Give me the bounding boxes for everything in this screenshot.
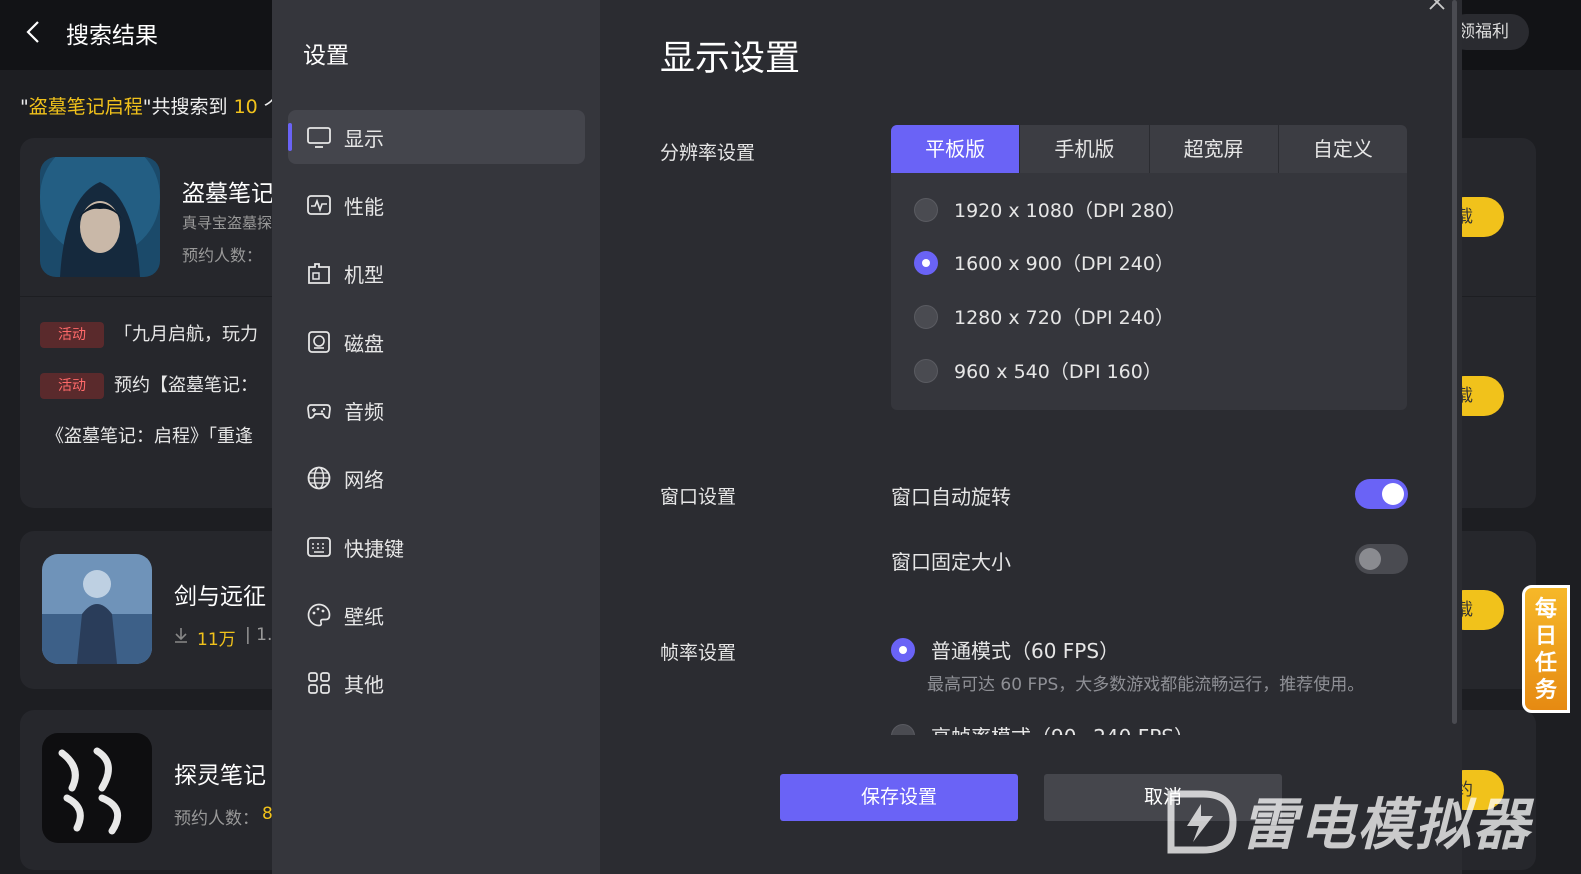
monitor-icon bbox=[307, 127, 331, 148]
nav-item-shortcuts[interactable]: 快捷键 bbox=[288, 520, 585, 574]
app-meta: 预约人数： bbox=[174, 809, 259, 829]
device-icon bbox=[308, 263, 330, 284]
keyboard-icon bbox=[307, 537, 331, 557]
nav-label: 机型 bbox=[344, 262, 384, 287]
fixed-size-toggle[interactable] bbox=[1355, 544, 1408, 574]
option-label: 高帧率模式（90~240 FPS） bbox=[931, 721, 1194, 735]
nav-item-audio[interactable]: 音频 bbox=[288, 383, 585, 437]
radio-button[interactable] bbox=[891, 723, 915, 735]
radio-button-selected[interactable] bbox=[914, 250, 938, 275]
app-icon-tanling[interactable] bbox=[42, 733, 152, 843]
resolution-option-960[interactable]: 960 x 540（DPI 160） bbox=[914, 357, 1162, 384]
watermark-logo: 雷电模拟器 bbox=[1163, 780, 1531, 861]
count-prefix: 共搜索到 bbox=[151, 96, 228, 118]
performance-icon bbox=[307, 195, 331, 215]
app-name[interactable]: 剑与远征 bbox=[174, 577, 266, 611]
activity-text: 「九月启航，玩力 bbox=[114, 324, 258, 345]
nav-item-wallpaper[interactable]: 壁纸 bbox=[288, 588, 585, 642]
nav-item-other[interactable]: 其他 bbox=[288, 656, 585, 710]
radio-button[interactable] bbox=[914, 304, 938, 329]
scrollbar[interactable] bbox=[1452, 0, 1457, 724]
nav-item-network[interactable]: 网络 bbox=[288, 451, 585, 505]
palette-icon bbox=[307, 603, 331, 627]
tab-tablet[interactable]: 平板版 bbox=[891, 125, 1021, 173]
watermark-text: 雷电模拟器 bbox=[1241, 793, 1531, 858]
search-summary: "盗墓笔记启程"共搜索到 10 个 bbox=[20, 92, 283, 119]
option-label: 1280 x 720（DPI 240） bbox=[954, 307, 1174, 329]
resolution-label: 分辨率设置 bbox=[660, 142, 756, 164]
nav-item-display[interactable]: 显示 bbox=[288, 110, 585, 164]
resolution-option-1280[interactable]: 1280 x 720（DPI 240） bbox=[914, 303, 1174, 330]
nav-label: 壁纸 bbox=[344, 604, 384, 629]
settings-dialog: 设置 显示 性能 机型 磁盘 音频 网络 快捷键 壁纸 其他 显示设置 分辨率设… bbox=[272, 0, 1462, 874]
ld-logo-icon bbox=[1167, 790, 1237, 853]
app-meta: | 1. bbox=[245, 625, 273, 645]
auto-rotate-toggle[interactable] bbox=[1355, 479, 1408, 509]
gamepad-icon bbox=[307, 404, 331, 419]
result-count: 10 bbox=[233, 96, 258, 118]
app-icon-jianyu[interactable] bbox=[42, 554, 152, 664]
fps-high-option[interactable]: 高帧率模式（90~240 FPS） bbox=[891, 721, 1194, 735]
app-meta: 预约人数： bbox=[182, 246, 263, 265]
resolution-option-1600[interactable]: 1600 x 900（DPI 240） bbox=[914, 249, 1174, 276]
nav-item-performance[interactable]: 性能 bbox=[288, 178, 585, 232]
activity-tag: 活动 bbox=[40, 373, 104, 399]
nav-label: 其他 bbox=[344, 672, 384, 697]
activity-tag: 活动 bbox=[40, 322, 104, 348]
radio-button[interactable] bbox=[914, 358, 938, 383]
tab-phone[interactable]: 手机版 bbox=[1020, 125, 1150, 173]
welfare-label: 领福利 bbox=[1458, 22, 1509, 42]
resolution-tabs: 平板版 手机版 超宽屏 自定义 bbox=[891, 125, 1407, 173]
disk-icon bbox=[308, 331, 330, 353]
tab-custom[interactable]: 自定义 bbox=[1279, 125, 1407, 173]
fps-high-clip: 高帧率模式（90~240 FPS） bbox=[872, 715, 1432, 735]
nav-label: 磁盘 bbox=[344, 331, 384, 356]
search-query: 盗墓笔记启程 bbox=[28, 96, 143, 118]
nav-label: 快捷键 bbox=[344, 536, 404, 561]
fps-label: 帧率设置 bbox=[660, 642, 737, 664]
back-arrow-icon[interactable] bbox=[20, 18, 48, 46]
activity-row[interactable]: 活动 预约【盗墓笔记： bbox=[40, 371, 258, 399]
activity-text: 预约【盗墓笔记： bbox=[114, 375, 258, 396]
app-name[interactable]: 盗墓笔记 bbox=[182, 174, 274, 208]
settings-sidebar: 设置 显示 性能 机型 磁盘 音频 网络 快捷键 壁纸 其他 bbox=[272, 0, 600, 874]
fps-normal-option[interactable]: 普通模式（60 FPS） bbox=[891, 635, 1119, 664]
fixed-size-label: 窗口固定大小 bbox=[891, 550, 1011, 574]
option-label: 普通模式（60 FPS） bbox=[931, 639, 1120, 663]
activity-row[interactable]: 活动 「九月启航，玩力 bbox=[40, 320, 258, 348]
close-icon[interactable] bbox=[1427, 0, 1447, 12]
radio-button[interactable] bbox=[914, 197, 938, 222]
daily-task-badge[interactable]: 每日任务 bbox=[1522, 585, 1570, 713]
option-label: 960 x 540（DPI 160） bbox=[954, 361, 1162, 383]
sidebar-title: 设置 bbox=[303, 43, 349, 69]
nav-item-disk[interactable]: 磁盘 bbox=[288, 315, 585, 369]
app-icon-daomu[interactable] bbox=[40, 157, 160, 277]
app-subtitle: 真寻宝盗墓探 bbox=[182, 214, 273, 232]
globe-icon bbox=[307, 466, 331, 490]
nav-label: 显示 bbox=[344, 126, 384, 151]
settings-title: 显示设置 bbox=[660, 39, 801, 79]
resolution-option-1920[interactable]: 1920 x 1080（DPI 280） bbox=[914, 196, 1186, 223]
download-icon bbox=[175, 628, 187, 643]
resolution-options: 1920 x 1080（DPI 280） 1600 x 900（DPI 240）… bbox=[891, 173, 1407, 410]
nav-label: 性能 bbox=[344, 194, 384, 219]
page-title: 搜索结果 bbox=[66, 23, 158, 49]
nav-item-device[interactable]: 机型 bbox=[288, 246, 585, 300]
nav-label: 音频 bbox=[344, 399, 384, 424]
auto-rotate-label: 窗口自动旋转 bbox=[891, 485, 1011, 509]
option-label: 1920 x 1080（DPI 280） bbox=[954, 200, 1187, 222]
fps-normal-desc: 最高可达 60 FPS，大多数游戏都能流畅运行，推荐使用。 bbox=[927, 675, 1365, 695]
radio-button-selected[interactable] bbox=[891, 637, 915, 662]
tab-ultrawide[interactable]: 超宽屏 bbox=[1150, 125, 1279, 173]
app-name[interactable]: 探灵笔记 bbox=[174, 756, 266, 790]
grid-icon bbox=[308, 672, 330, 694]
save-button[interactable]: 保存设置 bbox=[780, 774, 1018, 821]
download-count: 11万 bbox=[197, 630, 236, 650]
window-label: 窗口设置 bbox=[660, 486, 737, 508]
activity-extra[interactable]: 《盗墓笔记：启程》「重逢 bbox=[46, 422, 253, 448]
option-label: 1600 x 900（DPI 240） bbox=[954, 253, 1174, 275]
nav-label: 网络 bbox=[344, 467, 384, 492]
